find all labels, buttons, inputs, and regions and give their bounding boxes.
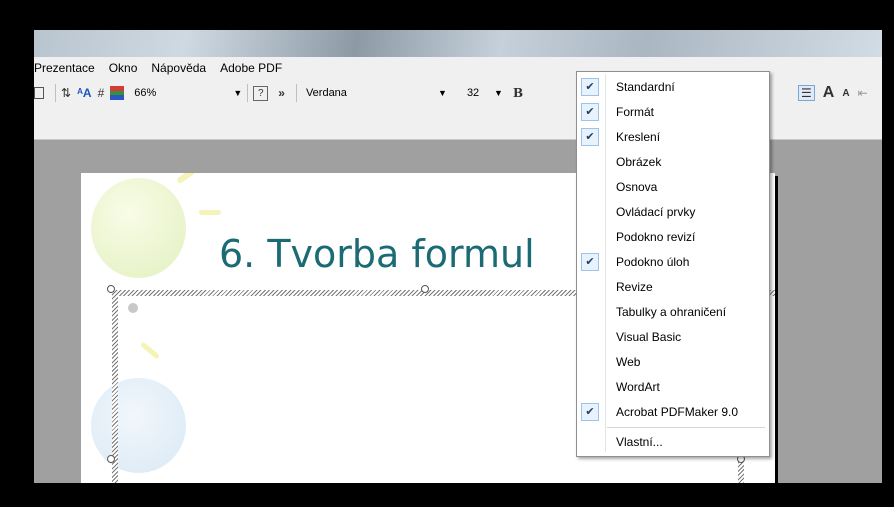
menu-napoveda[interactable]: Nápověda <box>151 61 206 75</box>
menu-item-label: Osnova <box>616 179 658 194</box>
toolbar-separator <box>247 84 249 102</box>
font-name-combo[interactable]: Verdana ▼ <box>302 84 447 102</box>
menu-item-podokno-uloh[interactable]: ✔ Podokno úloh <box>577 249 769 274</box>
menu-item-kresleni[interactable]: ✔ Kreslení <box>577 124 769 149</box>
menu-item-acrobat-pdfmaker[interactable]: ✔ Acrobat PDFMaker 9.0 <box>577 399 769 424</box>
menu-item-standardni[interactable]: ✔ Standardní <box>577 74 769 99</box>
sun-ray-decoration <box>176 173 196 185</box>
menu-item-label: Tabulky a ohraničení <box>616 304 727 319</box>
menu-item-label: Podokno úloh <box>616 254 690 269</box>
line-spacing-icon[interactable]: ⇅ <box>61 84 71 102</box>
menu-item-label: WordArt <box>616 379 660 394</box>
menu-item-label: Revize <box>616 279 653 294</box>
indent-icon[interactable]: ⇤ <box>858 86 868 100</box>
font-size-combo[interactable]: 32 ▼ <box>463 84 503 102</box>
menu-adobe-pdf[interactable]: Adobe PDF <box>220 61 282 75</box>
resize-handle[interactable] <box>421 285 429 293</box>
bold-button[interactable]: B <box>513 84 523 102</box>
font-size-value: 32 <box>466 87 480 99</box>
menu-separator <box>607 427 765 428</box>
balloon-decoration <box>91 178 186 278</box>
chevron-down-icon: ▼ <box>494 88 503 98</box>
bullet-point <box>128 303 138 313</box>
color-scheme-icon[interactable] <box>110 84 125 102</box>
menu-item-label: Standardní <box>616 79 675 94</box>
font-grow-button[interactable]: A <box>823 84 835 102</box>
font-shrink-button[interactable]: A <box>842 88 849 99</box>
menu-item-obrazek[interactable]: Obrázek <box>577 149 769 174</box>
menu-item-podokno-revizi[interactable]: Podokno revizí <box>577 224 769 249</box>
menu-item-revize[interactable]: Revize <box>577 274 769 299</box>
menu-okno[interactable]: Okno <box>109 61 138 75</box>
sun-ray-decoration <box>199 210 221 215</box>
menu-item-label: Visual Basic <box>616 329 682 344</box>
table-icon[interactable] <box>34 87 44 99</box>
menu-item-format[interactable]: ✔ Formát <box>577 99 769 124</box>
menu-item-ovladaci-prvky[interactable]: Ovládací prvky <box>577 199 769 224</box>
chevron-down-icon: ▼ <box>233 88 243 98</box>
toolbars-menu: ✔ Standardní ✔ Formát ✔ Kreslení Obrázek… <box>576 71 770 457</box>
menu-item-vlastni[interactable]: Vlastní... <box>577 429 769 454</box>
window-titlebar[interactable] <box>34 30 882 57</box>
menu-item-label: Podokno revizí <box>616 229 696 244</box>
slide-title[interactable]: 6. Tvorba formul <box>219 232 535 276</box>
bullets-icon[interactable]: ☰ <box>798 85 815 101</box>
resize-handle[interactable] <box>107 455 115 463</box>
check-icon: ✔ <box>581 127 599 146</box>
menu-item-label: Vlastní... <box>616 434 663 449</box>
check-icon: ✔ <box>581 252 599 271</box>
menu-item-label: Formát <box>616 104 655 119</box>
screen-border <box>882 30 894 483</box>
menu-item-tabulky-a-ohraniceni[interactable]: Tabulky a ohraničení <box>577 299 769 324</box>
menu-item-wordart[interactable]: WordArt <box>577 374 769 399</box>
font-name-value: Verdana <box>305 87 347 99</box>
grid-icon[interactable]: # <box>98 84 105 102</box>
zoom-value: 66% <box>134 87 157 99</box>
toolbar-separator <box>295 84 297 102</box>
menu-item-label: Ovládací prvky <box>616 204 696 219</box>
zoom-combo[interactable]: 66% ▼ <box>130 84 242 102</box>
text-direction-icon[interactable]: ᴬA <box>77 84 92 102</box>
menu-item-web[interactable]: Web <box>577 349 769 374</box>
menu-item-osnova[interactable]: Osnova <box>577 174 769 199</box>
resize-handle[interactable] <box>107 285 115 293</box>
chevron-down-icon: ▼ <box>438 88 447 98</box>
menu-prezentace[interactable]: Prezentace <box>34 61 95 75</box>
help-icon[interactable]: ? <box>253 85 269 101</box>
menu-item-label: Acrobat PDFMaker 9.0 <box>616 404 739 419</box>
toolbar-overflow-button[interactable]: » <box>278 84 285 102</box>
toolbar-separator <box>55 84 56 102</box>
check-icon: ✔ <box>581 77 599 96</box>
menu-item-label: Web <box>616 354 641 369</box>
check-icon: ✔ <box>581 402 599 421</box>
menu-item-label: Obrázek <box>616 154 662 169</box>
toolbar-right-icons: ☰ A A ⇤ <box>798 81 876 105</box>
menu-item-label: Kreslení <box>616 129 661 144</box>
menu-item-visual-basic[interactable]: Visual Basic <box>577 324 769 349</box>
check-icon: ✔ <box>581 102 599 121</box>
menu-bar: Prezentace Okno Nápověda Adobe PDF <box>34 57 296 79</box>
